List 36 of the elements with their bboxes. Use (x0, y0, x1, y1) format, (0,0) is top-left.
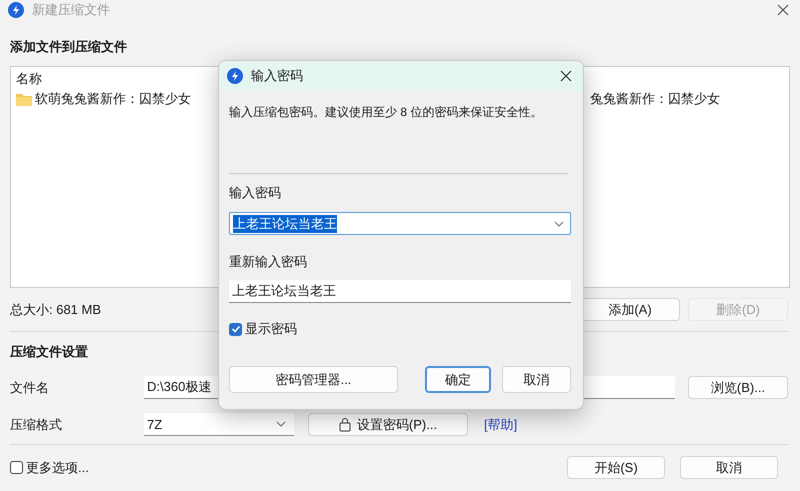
cancel-button[interactable]: 取消 (502, 366, 571, 393)
help-link[interactable]: [帮助] (484, 416, 518, 434)
password-manager-button[interactable]: 密码管理器... (229, 366, 398, 393)
table-cell-text: 兔兔酱新作：囚禁少女 (590, 90, 720, 108)
app-icon (8, 2, 24, 18)
cancel-button[interactable]: 取消 (680, 456, 778, 479)
format-dropdown[interactable]: 7Z (144, 413, 294, 436)
confirm-password-field[interactable]: 上老王论坛当老王 (229, 280, 571, 303)
caret-icon[interactable] (554, 220, 564, 226)
checkbox-label[interactable]: 显示密码 (245, 320, 297, 338)
checkbox-label[interactable]: 更多选项... (26, 458, 89, 476)
total-size: 总大小: 681 MB (10, 300, 102, 318)
app-icon (227, 68, 243, 84)
start-button[interactable]: 开始(S) (567, 456, 665, 479)
column-header: 名称 (16, 70, 42, 88)
caret-icon[interactable] (276, 421, 286, 427)
description-text: 输入压缩包密码。建议使用至少 8 位的密码来保证安全性。 (229, 104, 544, 121)
password-field[interactable]: 上老王论坛当老王 (229, 212, 571, 235)
folder-icon (16, 92, 32, 106)
field-label: 文件名 (10, 378, 50, 396)
file-list-item[interactable]: 软萌兔兔酱新作：囚禁少女 (16, 89, 191, 109)
section-heading: 压缩文件设置 (10, 343, 89, 361)
checkbox[interactable] (229, 322, 242, 336)
window-title: 新建压缩文件 (32, 1, 110, 19)
ok-button[interactable]: 确定 (425, 366, 491, 393)
checkbox[interactable] (10, 461, 23, 474)
close-icon[interactable] (559, 69, 573, 83)
field-label: 压缩格式 (10, 416, 63, 434)
field-label: 重新输入密码 (229, 253, 308, 271)
dialog-title: 输入密码 (251, 67, 303, 85)
lock-icon (338, 418, 351, 432)
browse-button[interactable]: 浏览(B)... (688, 376, 788, 399)
close-icon[interactable] (776, 3, 790, 17)
section-heading: 添加文件到压缩文件 (10, 38, 128, 56)
set-password-button[interactable]: 设置密码(P)... (308, 413, 468, 436)
field-label: 输入密码 (229, 184, 282, 202)
